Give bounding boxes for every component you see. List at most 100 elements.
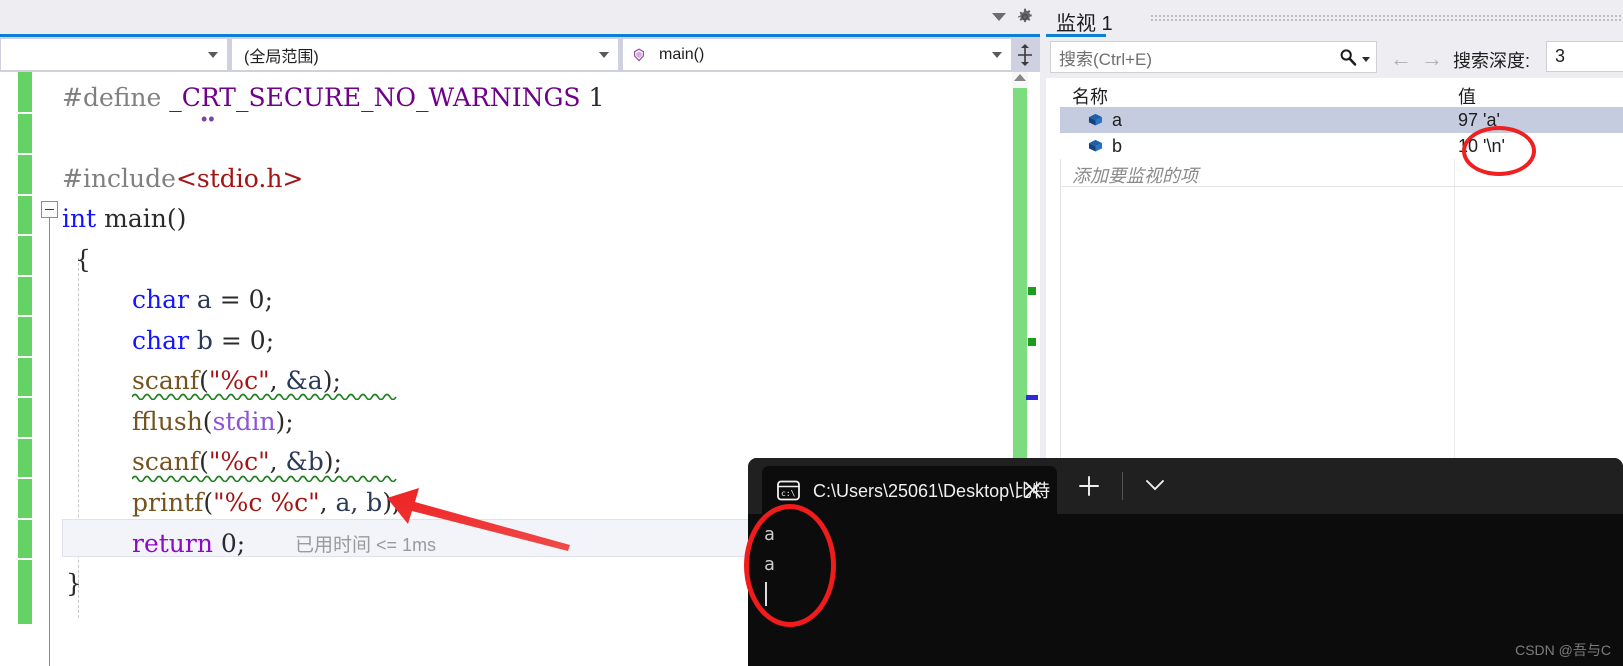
red-annotation-arrow bbox=[387, 488, 570, 551]
terminal-tab-strip: c:\ C:\Users\25061\Desktop\比特 bbox=[748, 458, 1623, 514]
grid-header-row: 名称 值 bbox=[1060, 78, 1623, 108]
scope-dropdown[interactable]: (全局范围) bbox=[231, 38, 619, 71]
active-tab-underline bbox=[1046, 34, 1106, 37]
token-macro-value: 1 bbox=[588, 83, 605, 112]
code-line-return: return 0; bbox=[62, 524, 245, 565]
error-squiggle bbox=[132, 393, 397, 400]
error-squiggle bbox=[132, 475, 397, 482]
search-depth-value: 3 bbox=[1555, 46, 1566, 66]
token-scanf: scanf bbox=[132, 447, 200, 476]
code-line-open-brace: { bbox=[62, 240, 91, 281]
token-var-a: a bbox=[196, 285, 212, 314]
code-line-printf: printf("%c %c", a, b); bbox=[132, 488, 401, 517]
token-macro-name: _CRT_SECURE_NO_WARNINGS bbox=[169, 83, 581, 112]
svg-text:c:\: c:\ bbox=[781, 489, 796, 498]
token-return: return bbox=[132, 529, 213, 558]
terminal-window[interactable]: c:\ C:\Users\25061\Desktop\比特 a a bbox=[748, 458, 1623, 666]
table-row[interactable]: a 97 'a' bbox=[1060, 107, 1623, 133]
watch-variable-name: a bbox=[1112, 110, 1123, 130]
elapsed-time-label: 已用时间 bbox=[295, 535, 372, 556]
add-watch-item-row[interactable]: 添加要监视的项 bbox=[1060, 159, 1623, 187]
search-depth-input[interactable]: 3 bbox=[1546, 41, 1623, 72]
token-stdin: stdin bbox=[212, 407, 276, 436]
watch-toolbar: 搜索(Ctrl+E) ← → 搜索深度: 3 bbox=[1046, 38, 1623, 76]
chevron-down-icon bbox=[599, 52, 609, 58]
function-dropdown[interactable]: main() bbox=[622, 38, 1012, 71]
token-char: char bbox=[132, 326, 189, 355]
scroll-up-arrow-icon[interactable] bbox=[1014, 74, 1026, 81]
scope-dropdown-value: (全局范围) bbox=[244, 48, 319, 66]
token-return-value: 0; bbox=[220, 529, 246, 558]
token-char: char bbox=[132, 285, 189, 314]
row-separator bbox=[1060, 186, 1623, 187]
title-dot-pattern bbox=[1150, 14, 1623, 22]
token-assign-zero: = 0; bbox=[220, 326, 275, 355]
chevron-down-icon bbox=[208, 52, 218, 58]
watch-variable-name: b bbox=[1112, 136, 1123, 156]
editor-navigation-bar: (全局范围) main() bbox=[0, 37, 1040, 72]
token-include: #include bbox=[62, 164, 176, 193]
chevron-down-icon bbox=[992, 52, 1002, 58]
chevron-down-icon[interactable] bbox=[1145, 478, 1165, 492]
magnifier-icon[interactable] bbox=[1338, 47, 1358, 67]
code-line-fflush: fflush(stdin); bbox=[132, 407, 294, 436]
token-open-brace: { bbox=[75, 245, 91, 274]
collapse-region-toggle[interactable] bbox=[41, 201, 58, 218]
collapse-guide-line bbox=[49, 218, 50, 666]
scrollbar-change-marker bbox=[1028, 287, 1036, 295]
watch-title: 监视 1 bbox=[1056, 13, 1113, 35]
scrollbar-thumb[interactable] bbox=[1013, 88, 1027, 458]
token-int: int bbox=[62, 204, 97, 233]
code-line-char-b: char b = 0; bbox=[62, 321, 274, 362]
token-include-file: <stdio.h> bbox=[175, 164, 304, 193]
token-printf: printf bbox=[132, 488, 204, 517]
token-define: #define bbox=[62, 83, 162, 112]
red-annotation-circle-terminal bbox=[744, 504, 836, 627]
close-icon[interactable] bbox=[1023, 480, 1043, 500]
token-scanf: scanf bbox=[132, 366, 200, 395]
split-window-icon[interactable] bbox=[1014, 43, 1036, 67]
red-annotation-circle-watch bbox=[1462, 126, 1536, 176]
macro-adornment-dots: •• bbox=[201, 109, 216, 129]
terminal-tab[interactable]: c:\ C:\Users\25061\Desktop\比特 bbox=[762, 466, 1057, 514]
code-line-include: #include<stdio.h> bbox=[62, 159, 303, 200]
scrollbar-change-marker bbox=[1028, 338, 1036, 346]
search-depth-label: 搜索深度: bbox=[1453, 51, 1531, 71]
code-line-define: #define _CRT_SECURE_NO_WARNINGS 1 bbox=[62, 78, 604, 119]
variable-cube-icon bbox=[1088, 139, 1103, 152]
token-fflush: fflush bbox=[132, 407, 203, 436]
chevron-down-icon[interactable] bbox=[992, 13, 1006, 21]
chevron-down-icon[interactable] bbox=[1362, 56, 1370, 62]
terminal-output[interactable]: a a bbox=[748, 514, 1623, 666]
arrow-left-icon[interactable]: ← bbox=[1390, 46, 1412, 72]
token-fmt-c: "%c" bbox=[208, 366, 270, 395]
source-code[interactable]: #define _CRT_SECURE_NO_WARNINGS 1 #inclu… bbox=[62, 72, 604, 666]
column-header-value[interactable]: 值 bbox=[1458, 83, 1476, 109]
arrow-right-icon[interactable]: → bbox=[1421, 46, 1443, 72]
plus-icon[interactable] bbox=[1078, 475, 1100, 497]
variable-cube-icon bbox=[1088, 113, 1103, 126]
watermark: CSDN @吾与C bbox=[1515, 642, 1611, 658]
token-main: main() bbox=[104, 204, 187, 233]
table-row[interactable]: b 10 '\n' bbox=[1060, 133, 1623, 159]
search-icon-group[interactable] bbox=[1338, 47, 1370, 67]
watch-title-bar[interactable]: 监视 1 bbox=[1046, 0, 1623, 36]
token-amp-b: &b bbox=[285, 447, 324, 476]
cmd-prompt-icon: c:\ bbox=[777, 480, 800, 500]
editor-top-toolbar bbox=[0, 0, 1040, 34]
code-line-main: int main() bbox=[62, 199, 186, 240]
project-dropdown[interactable] bbox=[0, 38, 228, 71]
method-icon bbox=[634, 48, 644, 61]
column-header-name[interactable]: 名称 bbox=[1072, 83, 1108, 109]
token-close-brace: } bbox=[66, 569, 82, 598]
search-input[interactable]: 搜索(Ctrl+E) bbox=[1050, 41, 1377, 73]
token-var-b: b bbox=[196, 326, 213, 355]
token-assign-zero: = 0; bbox=[219, 285, 274, 314]
toolbar-divider bbox=[1122, 472, 1123, 500]
gear-icon[interactable] bbox=[1016, 8, 1034, 26]
code-line-close-brace: } bbox=[62, 564, 82, 605]
scrollbar-caret-marker bbox=[1026, 395, 1038, 400]
add-watch-item-placeholder: 添加要监视的项 bbox=[1072, 166, 1198, 186]
search-placeholder: 搜索(Ctrl+E) bbox=[1059, 49, 1153, 69]
terminal-tab-title: C:\Users\25061\Desktop\比特 bbox=[813, 481, 1051, 501]
